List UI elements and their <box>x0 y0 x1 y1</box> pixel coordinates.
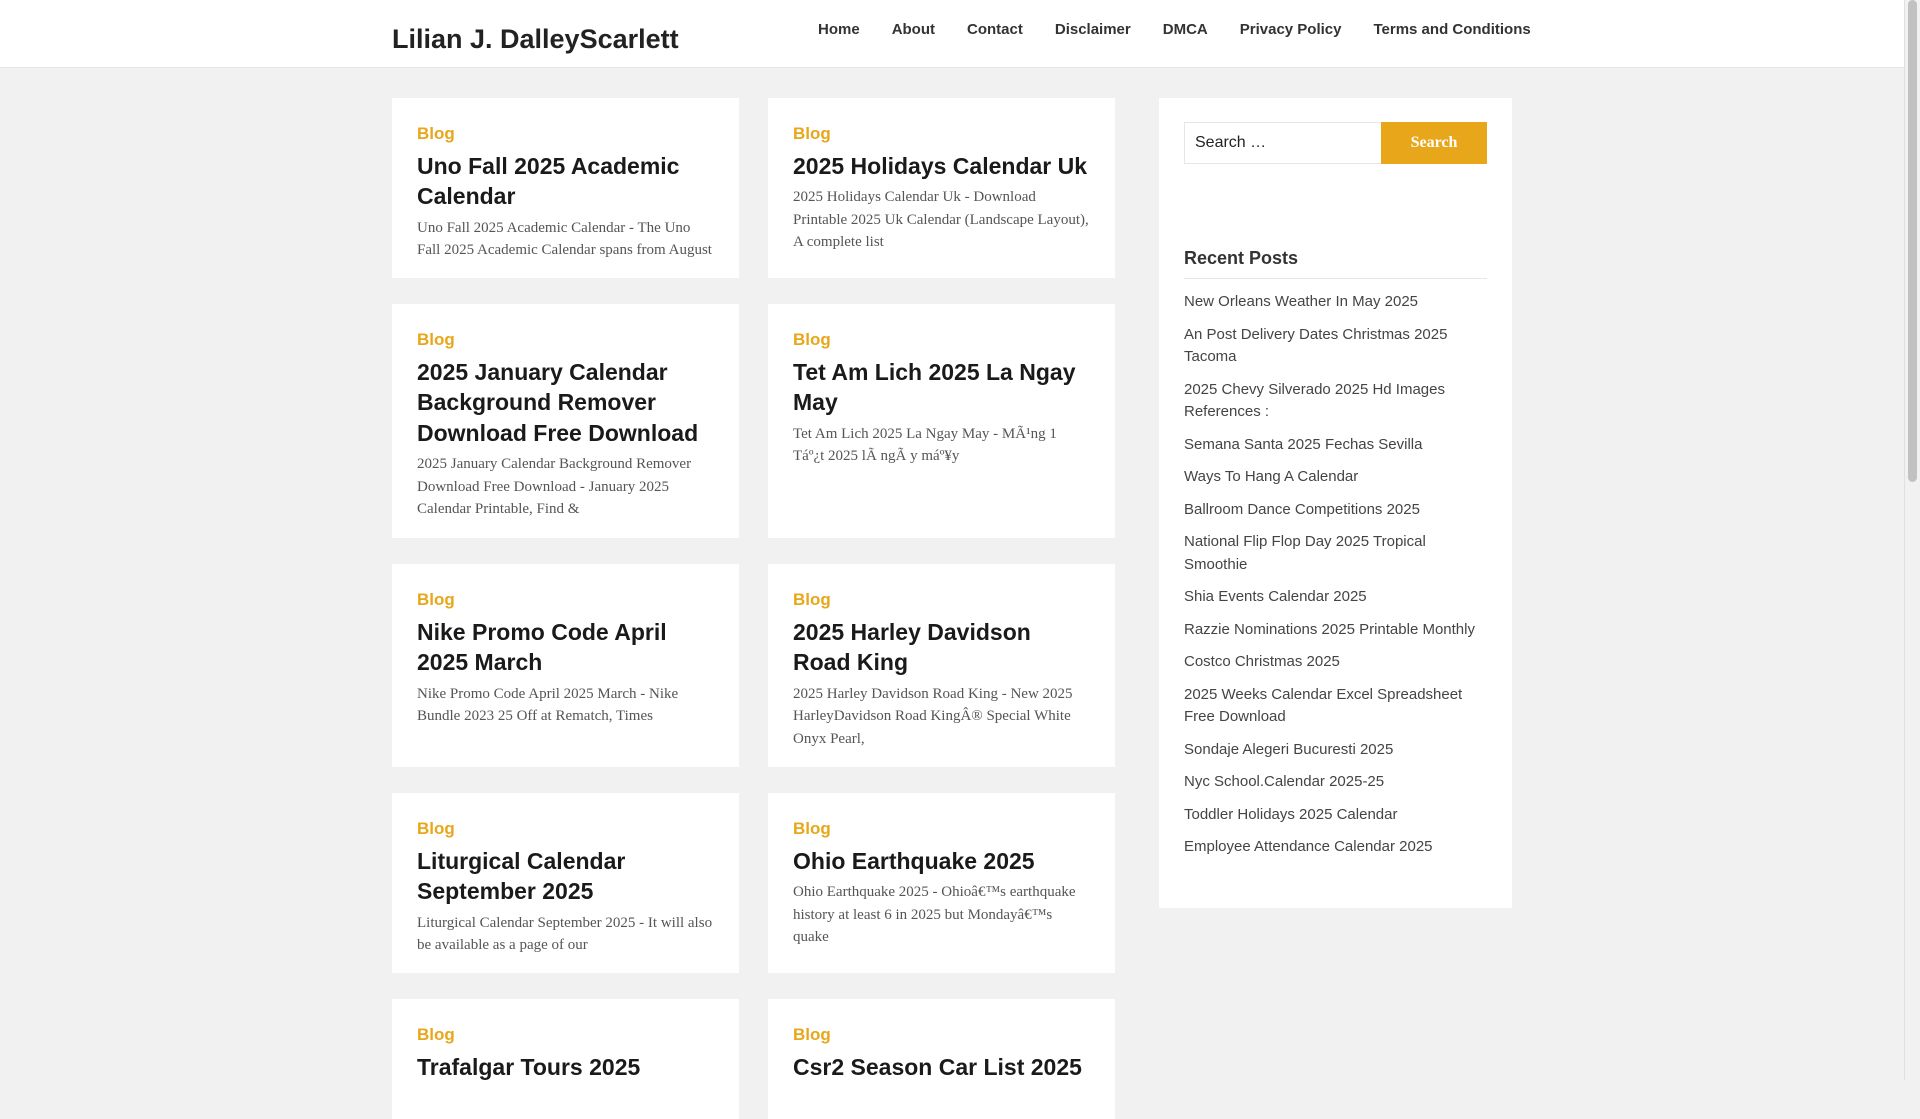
list-item: Semana Santa 2025 Fechas Sevilla <box>1184 434 1487 457</box>
post-category[interactable]: Blog <box>793 590 1090 610</box>
list-item: Employee Attendance Calendar 2025 <box>1184 836 1487 859</box>
sidebar: Search Recent Posts New Orleans Weather … <box>1159 98 1512 908</box>
list-item: National Flip Flop Day 2025 Tropical Smo… <box>1184 531 1487 576</box>
post-card: Blog Csr2 Season Car List 2025 <box>768 999 1115 1119</box>
post-excerpt: Nike Promo Code April 2025 March - Nike … <box>417 685 679 725</box>
post-card: Blog 2025 Harley Davidson Road King 2025… <box>768 564 1115 767</box>
scrollbar-thumb[interactable] <box>1908 0 1917 482</box>
post-category[interactable]: Blog <box>417 819 714 839</box>
post-excerpt: 2025 Holidays Calendar Uk - Download Pri… <box>793 189 1089 251</box>
post-category[interactable]: Blog <box>793 819 1090 839</box>
post-category[interactable]: Blog <box>417 590 714 610</box>
nav-disclaimer[interactable]: Disclaimer <box>1039 0 1147 60</box>
list-item: New Orleans Weather In May 2025 <box>1184 291 1487 314</box>
recent-post-link[interactable]: Ways To Hang A Calendar <box>1184 468 1358 485</box>
nav-dmca[interactable]: DMCA <box>1147 0 1224 60</box>
post-excerpt: Ohio Earthquake 2025 - Ohioâ€™s earthqua… <box>793 884 1076 946</box>
post-title[interactable]: Uno Fall 2025 Academic Calendar <box>417 151 714 212</box>
post-title[interactable]: Nike Promo Code April 2025 March <box>417 617 714 678</box>
recent-post-link[interactable]: Razzie Nominations 2025 Printable Monthl… <box>1184 621 1475 638</box>
post-title[interactable]: Liturgical Calendar September 2025 <box>417 846 714 907</box>
list-item: Nyc School.Calendar 2025-25 <box>1184 771 1487 794</box>
post-card: Blog Nike Promo Code April 2025 March Ni… <box>392 564 739 767</box>
recent-post-link[interactable]: An Post Delivery Dates Christmas 2025 Ta… <box>1184 326 1447 366</box>
nav-terms[interactable]: Terms and Conditions <box>1357 0 1546 60</box>
list-item: 2025 Weeks Calendar Excel Spreadsheet Fr… <box>1184 684 1487 729</box>
page-scrollbar[interactable] <box>1904 0 1920 1080</box>
list-item: An Post Delivery Dates Christmas 2025 Ta… <box>1184 324 1487 369</box>
list-item: Razzie Nominations 2025 Printable Monthl… <box>1184 619 1487 642</box>
post-excerpt: Tet Am Lich 2025 La Ngay May - MÃ¹ng 1 T… <box>793 425 1057 465</box>
list-item: Sondaje Alegeri Bucuresti 2025 <box>1184 739 1487 762</box>
nav-privacy-policy[interactable]: Privacy Policy <box>1224 0 1358 60</box>
recent-post-link[interactable]: Employee Attendance Calendar 2025 <box>1184 838 1433 855</box>
post-excerpt: Liturgical Calendar September 2025 - It … <box>417 914 713 954</box>
nav-home[interactable]: Home <box>802 0 876 60</box>
list-item: Costco Christmas 2025 <box>1184 651 1487 674</box>
recent-post-link[interactable]: Ballroom Dance Competitions 2025 <box>1184 501 1420 518</box>
list-item: Ways To Hang A Calendar <box>1184 466 1487 489</box>
list-item: Ballroom Dance Competitions 2025 <box>1184 499 1487 522</box>
recent-posts-heading: Recent Posts <box>1184 248 1487 279</box>
post-title[interactable]: 2025 Holidays Calendar Uk <box>793 151 1090 181</box>
post-category[interactable]: Blog <box>793 124 1090 144</box>
post-category[interactable]: Blog <box>417 1025 714 1045</box>
post-card: Blog Tet Am Lich 2025 La Ngay May Tet Am… <box>768 304 1115 538</box>
recent-post-link[interactable]: Semana Santa 2025 Fechas Sevilla <box>1184 436 1422 453</box>
site-title[interactable]: Lilian J. DalleyScarlett <box>392 24 679 55</box>
post-card: Blog 2025 January Calendar Background Re… <box>392 304 739 538</box>
post-title[interactable]: Csr2 Season Car List 2025 <box>793 1052 1090 1082</box>
post-title[interactable]: 2025 Harley Davidson Road King <box>793 617 1090 678</box>
post-title[interactable]: 2025 January Calendar Background Remover… <box>417 357 714 448</box>
post-category[interactable]: Blog <box>417 124 714 144</box>
search-button[interactable]: Search <box>1381 122 1487 164</box>
site-header: Lilian J. DalleyScarlett Home About Cont… <box>0 0 1905 68</box>
list-item: 2025 Chevy Silverado 2025 Hd Images Refe… <box>1184 379 1487 424</box>
search-input[interactable] <box>1184 122 1381 164</box>
recent-post-link[interactable]: Sondaje Alegeri Bucuresti 2025 <box>1184 741 1393 758</box>
post-category[interactable]: Blog <box>793 330 1090 350</box>
recent-post-link[interactable]: 2025 Chevy Silverado 2025 Hd Images Refe… <box>1184 381 1445 421</box>
post-card: Blog Ohio Earthquake 2025 Ohio Earthquak… <box>768 793 1115 973</box>
recent-post-link[interactable]: National Flip Flop Day 2025 Tropical Smo… <box>1184 533 1426 573</box>
post-excerpt: 2025 January Calendar Background Remover… <box>417 456 692 518</box>
post-card: Blog 2025 Holidays Calendar Uk 2025 Holi… <box>768 98 1115 278</box>
post-grid: Blog Uno Fall 2025 Academic Calendar Uno… <box>392 98 1115 1119</box>
post-card: Blog Uno Fall 2025 Academic Calendar Uno… <box>392 98 739 278</box>
list-item: Toddler Holidays 2025 Calendar <box>1184 804 1487 827</box>
post-category[interactable]: Blog <box>793 1025 1090 1045</box>
nav-about[interactable]: About <box>876 0 951 60</box>
post-category[interactable]: Blog <box>417 330 714 350</box>
post-excerpt: 2025 Harley Davidson Road King - New 202… <box>793 685 1073 747</box>
post-title[interactable]: Ohio Earthquake 2025 <box>793 846 1090 876</box>
nav-contact[interactable]: Contact <box>951 0 1039 60</box>
recent-post-link[interactable]: Shia Events Calendar 2025 <box>1184 588 1367 605</box>
recent-post-link[interactable]: New Orleans Weather In May 2025 <box>1184 293 1418 310</box>
post-title[interactable]: Tet Am Lich 2025 La Ngay May <box>793 357 1090 418</box>
recent-posts-list: New Orleans Weather In May 2025 An Post … <box>1184 291 1487 859</box>
post-excerpt: Uno Fall 2025 Academic Calendar - The Un… <box>417 219 712 259</box>
post-title[interactable]: Trafalgar Tours 2025 <box>417 1052 714 1082</box>
recent-post-link[interactable]: Costco Christmas 2025 <box>1184 653 1340 670</box>
recent-post-link[interactable]: Toddler Holidays 2025 Calendar <box>1184 806 1397 823</box>
search-form: Search <box>1184 122 1487 164</box>
list-item: Shia Events Calendar 2025 <box>1184 586 1487 609</box>
post-card: Blog Trafalgar Tours 2025 <box>392 999 739 1119</box>
recent-post-link[interactable]: 2025 Weeks Calendar Excel Spreadsheet Fr… <box>1184 686 1462 726</box>
recent-post-link[interactable]: Nyc School.Calendar 2025-25 <box>1184 773 1384 790</box>
post-card: Blog Liturgical Calendar September 2025 … <box>392 793 739 973</box>
main-nav: Home About Contact Disclaimer DMCA Priva… <box>802 0 1547 60</box>
